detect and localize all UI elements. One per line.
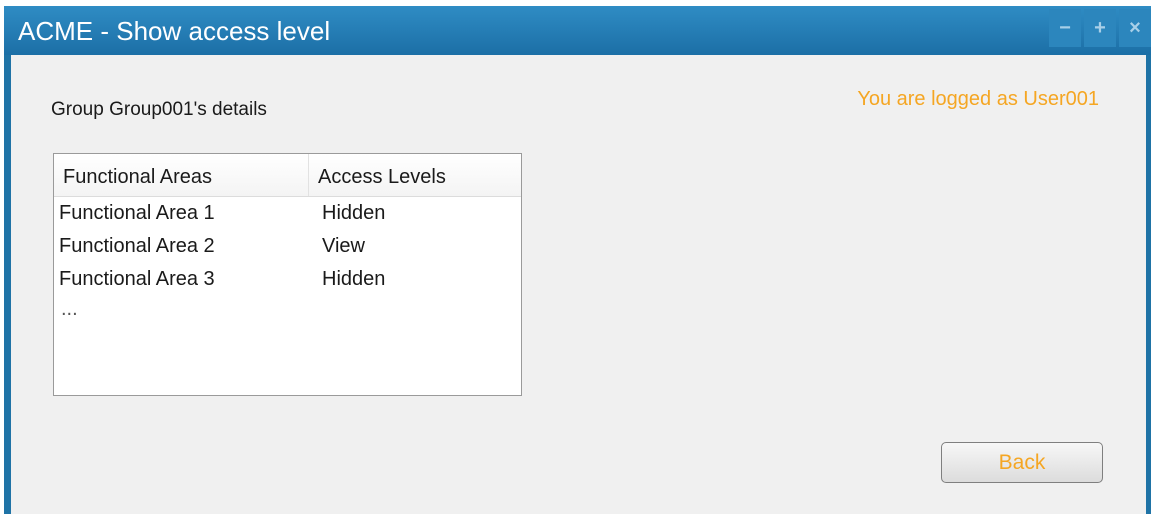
group-details-title: Group Group001's details	[51, 99, 267, 120]
column-header-access-levels[interactable]: Access Levels	[309, 154, 521, 196]
table-row[interactable]: Functional Area 1 Hidden	[54, 197, 521, 230]
access-level-table[interactable]: Functional Areas Access Levels Functiona…	[53, 153, 522, 396]
table-header: Functional Areas Access Levels	[54, 154, 521, 197]
window-title: ACME - Show access level	[18, 16, 331, 46]
access-level-cell: Hidden	[322, 202, 386, 224]
window-controls: − + ×	[1049, 9, 1151, 47]
functional-area-cell: Functional Area 2	[59, 235, 215, 257]
functional-area-cell: Functional Area 3	[59, 268, 215, 290]
maximize-icon[interactable]: +	[1084, 9, 1116, 47]
table-row[interactable]: Functional Area 3 Hidden	[54, 263, 521, 296]
app-window: ACME - Show access level − + × Group Gro…	[4, 6, 1151, 514]
column-header-functional-areas[interactable]: Functional Areas	[54, 154, 309, 196]
back-button[interactable]: Back	[941, 442, 1103, 483]
window-body: Group Group001's details You are logged …	[11, 55, 1146, 514]
title-bar[interactable]: ACME - Show access level − + ×	[4, 6, 1151, 55]
access-level-cell: Hidden	[322, 268, 386, 290]
minimize-icon[interactable]: −	[1049, 9, 1081, 47]
logged-user-label: You are logged as User001	[857, 88, 1099, 110]
access-level-cell: View	[322, 235, 365, 257]
table-row[interactable]: Functional Area 2 View	[54, 230, 521, 263]
functional-area-cell: Functional Area 1	[59, 202, 215, 224]
close-icon[interactable]: ×	[1119, 9, 1151, 47]
more-rows-indicator: ...	[61, 298, 78, 320]
